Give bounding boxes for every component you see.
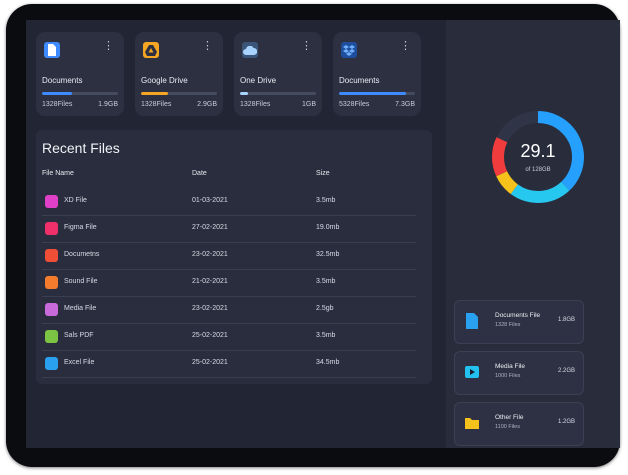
xd-file-icon bbox=[45, 195, 58, 208]
play-icon bbox=[465, 366, 479, 378]
file-count: 1328Files bbox=[42, 101, 73, 108]
file-size: 3.5mb bbox=[316, 332, 336, 339]
file-date: 21-02-2021 bbox=[192, 278, 228, 285]
document-icon bbox=[466, 313, 478, 329]
storage-card-google-drive[interactable]: ⋮ Google Drive 1328Files 2.9GB bbox=[135, 32, 223, 116]
file-type-size: 2.2GB bbox=[557, 368, 575, 374]
usage-bar-fill bbox=[42, 92, 73, 95]
file-name: Figma File bbox=[64, 224, 97, 231]
usage-bar bbox=[240, 92, 316, 95]
storage-sidebar: 29.1 of 128GB Documents File 1328 Files … bbox=[446, 20, 620, 448]
more-options-icon[interactable]: ⋮ bbox=[202, 41, 213, 52]
file-type-count: 1000 Files bbox=[495, 373, 521, 379]
file-size: 3.5mb bbox=[316, 278, 336, 285]
file-name: XD File bbox=[64, 197, 87, 204]
file-size: 34.5mb bbox=[316, 359, 340, 366]
storage-size: 1.9GB bbox=[98, 101, 118, 108]
file-date: 25-02-2021 bbox=[192, 332, 228, 339]
file-date: 23-02-2021 bbox=[192, 251, 228, 258]
file-name: Media File bbox=[64, 305, 97, 312]
more-options-icon[interactable]: ⋮ bbox=[301, 41, 312, 52]
file-type-title: Media File bbox=[495, 363, 525, 370]
file-name: Sals PDF bbox=[64, 332, 94, 339]
table-row[interactable]: Media File 23-02-2021 2.5gb bbox=[42, 296, 416, 324]
usage-bar bbox=[339, 92, 415, 95]
file-type-size: 1.2GB bbox=[557, 419, 575, 425]
file-type-size: 1.8GB bbox=[557, 317, 575, 323]
column-header-date[interactable]: Date bbox=[192, 170, 207, 177]
figma-file-icon bbox=[45, 222, 58, 235]
file-size: 3.5mb bbox=[316, 197, 336, 204]
card-title: One Drive bbox=[240, 76, 277, 85]
file-type-count: 1328 Files bbox=[495, 322, 521, 328]
file-type-card-other[interactable]: Other File 1100 Files 1.2GB bbox=[454, 402, 584, 446]
card-title: Google Drive bbox=[141, 76, 188, 85]
more-options-icon[interactable]: ⋮ bbox=[103, 41, 114, 52]
tablet-frame: ⋮ Documents 1328Files 1.9GB ⋮ Google Dri… bbox=[6, 4, 620, 467]
table-row[interactable]: Excel File 25-02-2021 34.5mb bbox=[42, 350, 416, 378]
document-icon bbox=[44, 42, 60, 58]
table-row[interactable]: XD File 01-03-2021 3.5mb bbox=[42, 188, 416, 216]
column-header-size[interactable]: Size bbox=[316, 170, 330, 177]
storage-donut-chart: 29.1 of 128GB bbox=[488, 107, 588, 207]
usage-bar bbox=[42, 92, 118, 95]
folder-icon bbox=[465, 418, 479, 429]
storage-size: 1GB bbox=[301, 101, 316, 108]
file-name: Documetns bbox=[64, 251, 100, 258]
storage-size: 7.3GB bbox=[395, 101, 415, 108]
file-date: 27-02-2021 bbox=[192, 224, 228, 231]
dashboard-screen: ⋮ Documents 1328Files 1.9GB ⋮ Google Dri… bbox=[26, 20, 620, 448]
storage-used-value: 29.1 bbox=[520, 141, 556, 161]
file-name: Excel File bbox=[64, 359, 95, 366]
usage-bar-fill bbox=[141, 92, 168, 95]
file-size: 32.5mb bbox=[316, 251, 340, 258]
card-title: Documents bbox=[339, 76, 380, 85]
cloud-icon bbox=[242, 42, 258, 58]
recent-files-panel: Recent Files File Name Date Size XD File… bbox=[36, 130, 432, 384]
table-row[interactable]: Documetns 23-02-2021 32.5mb bbox=[42, 242, 416, 270]
file-type-count: 1100 Files bbox=[495, 424, 520, 430]
storage-total-caption: of 128GB bbox=[525, 167, 551, 173]
file-type-card-documents[interactable]: Documents File 1328 Files 1.8GB bbox=[454, 300, 584, 344]
storage-card-documents[interactable]: ⋮ Documents 1328Files 1.9GB bbox=[36, 32, 124, 116]
recent-files-title: Recent Files bbox=[42, 140, 120, 156]
file-date: 25-02-2021 bbox=[192, 359, 228, 366]
file-date: 01-03-2021 bbox=[192, 197, 228, 204]
file-name: Sound File bbox=[64, 278, 98, 285]
file-type-title: Other File bbox=[495, 414, 524, 421]
excel-file-icon bbox=[45, 357, 58, 370]
file-type-title: Documents File bbox=[495, 312, 541, 319]
file-count: 5328Files bbox=[339, 101, 370, 108]
usage-bar-fill bbox=[339, 92, 406, 95]
storage-card-dropbox[interactable]: ⋮ Documents 5328Files 7.3GB bbox=[333, 32, 421, 116]
file-type-card-media[interactable]: Media File 1000 Files 2.2GB bbox=[454, 351, 584, 395]
sound-file-icon bbox=[45, 276, 58, 289]
dropbox-icon bbox=[341, 42, 357, 58]
more-options-icon[interactable]: ⋮ bbox=[400, 41, 411, 52]
table-row[interactable]: Sals PDF 25-02-2021 3.5mb bbox=[42, 323, 416, 351]
file-count: 1328Files bbox=[240, 101, 271, 108]
file-date: 23-02-2021 bbox=[192, 305, 228, 312]
table-row[interactable]: Sound File 21-02-2021 3.5mb bbox=[42, 269, 416, 297]
file-size: 2.5gb bbox=[316, 305, 334, 312]
pdf-file-icon bbox=[45, 330, 58, 343]
file-count: 1328Files bbox=[141, 101, 172, 108]
document-file-icon bbox=[45, 249, 58, 262]
usage-bar-fill bbox=[240, 92, 248, 95]
file-size: 19.0mb bbox=[316, 224, 340, 231]
media-file-icon bbox=[45, 303, 58, 316]
usage-bar bbox=[141, 92, 217, 95]
google-drive-icon bbox=[143, 42, 159, 58]
storage-card-one-drive[interactable]: ⋮ One Drive 1328Files 1GB bbox=[234, 32, 322, 116]
card-title: Documents bbox=[42, 76, 83, 85]
column-header-file-name[interactable]: File Name bbox=[42, 170, 74, 177]
table-row[interactable]: Figma File 27-02-2021 19.0mb bbox=[42, 215, 416, 243]
storage-size: 2.9GB bbox=[197, 101, 217, 108]
